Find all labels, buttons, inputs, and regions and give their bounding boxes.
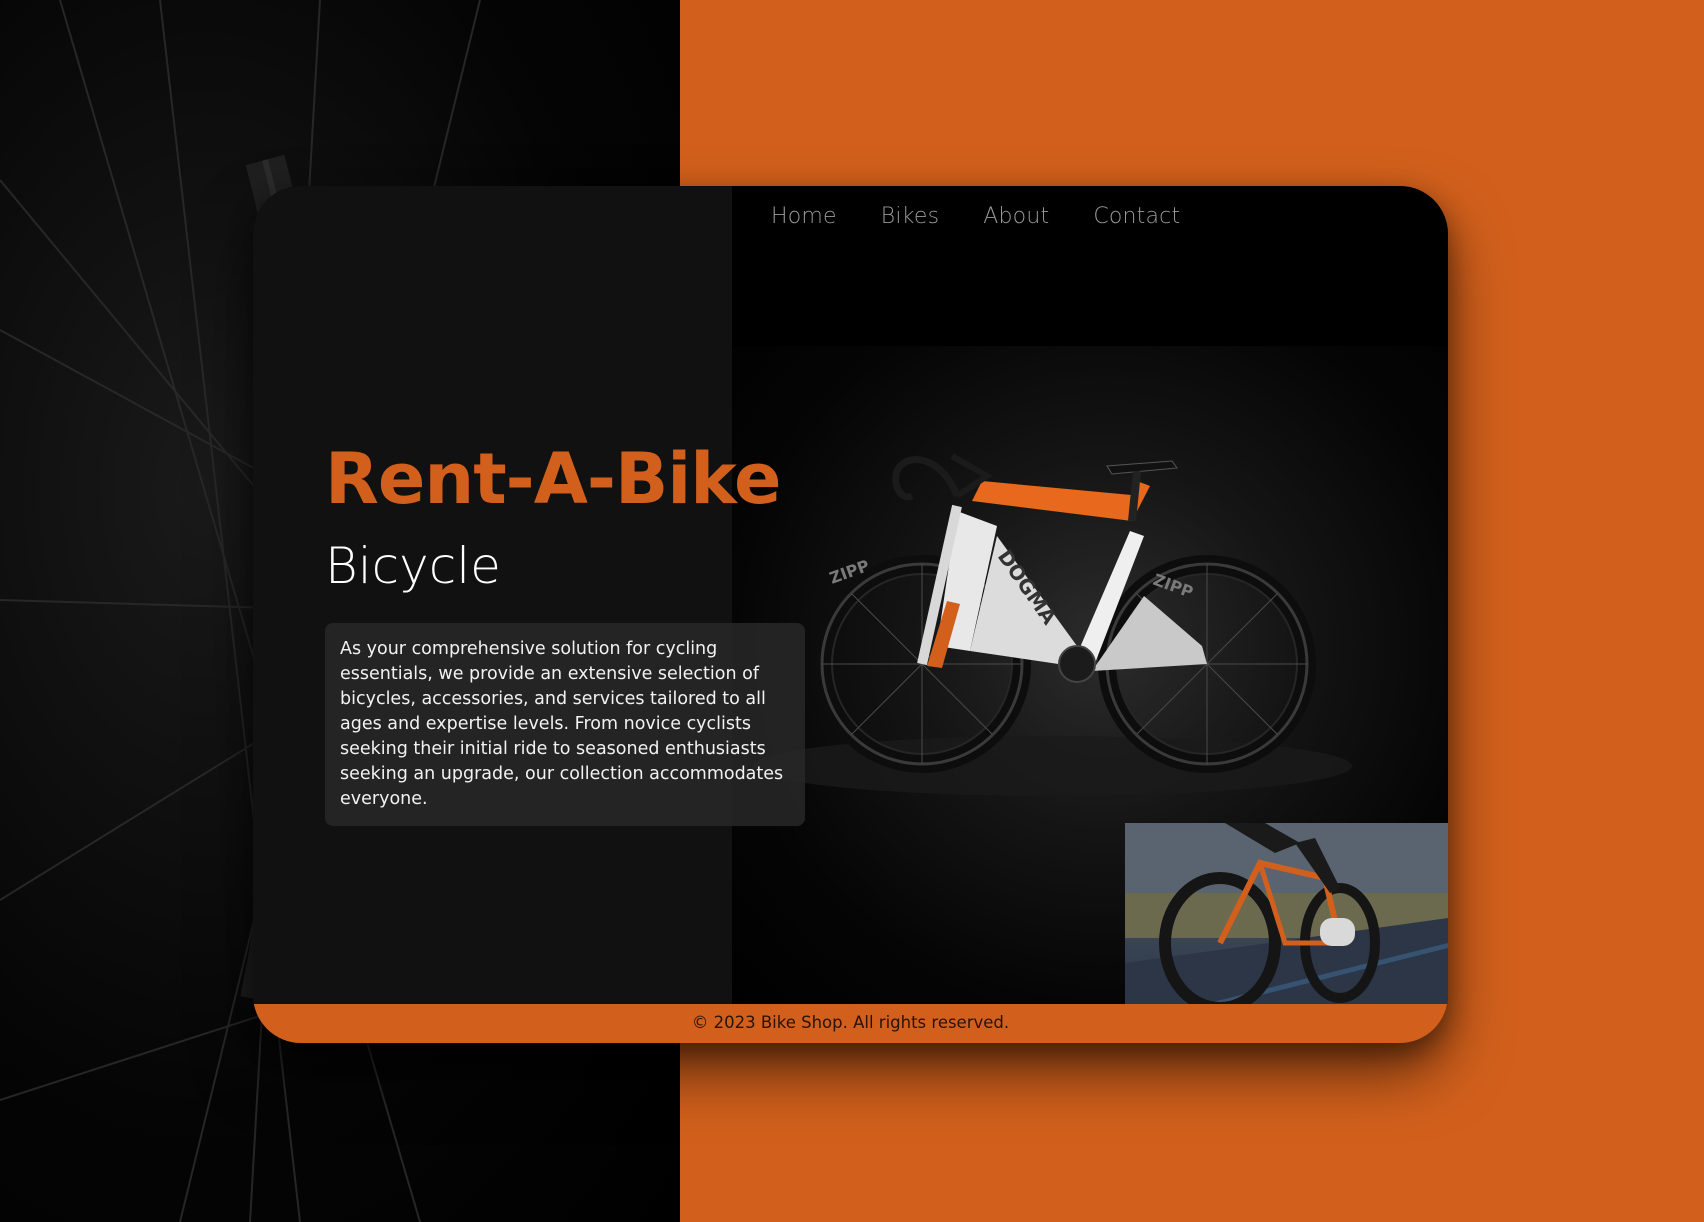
hero-description: As your comprehensive solution for cycli… (340, 639, 784, 809)
cyclist-road-image (1125, 823, 1448, 1004)
main-nav: Home Bikes About Contact (771, 204, 1180, 229)
hero-title: Rent-A-Bike (325, 438, 781, 520)
page: ZIPP ZIPP DOGMA Home Bikes About Contact… (0, 0, 1704, 1222)
hero-subtitle: Bicycle (325, 537, 501, 595)
cyclist-illustration (1125, 823, 1448, 1004)
nav-home-link[interactable]: Home (771, 204, 837, 229)
nav-bikes-link[interactable]: Bikes (881, 204, 939, 229)
footer: © 2023 Bike Shop. All rights reserved. (253, 1004, 1448, 1043)
left-panel (253, 186, 732, 1004)
copyright-text: © 2023 Bike Shop. All rights reserved. (691, 1013, 1010, 1032)
nav-contact-link[interactable]: Contact (1093, 204, 1180, 229)
nav-about-link[interactable]: About (983, 204, 1049, 229)
description-box: As your comprehensive solution for cycli… (325, 623, 805, 826)
hero-card: ZIPP ZIPP DOGMA Home Bikes About Contact… (253, 186, 1448, 1043)
